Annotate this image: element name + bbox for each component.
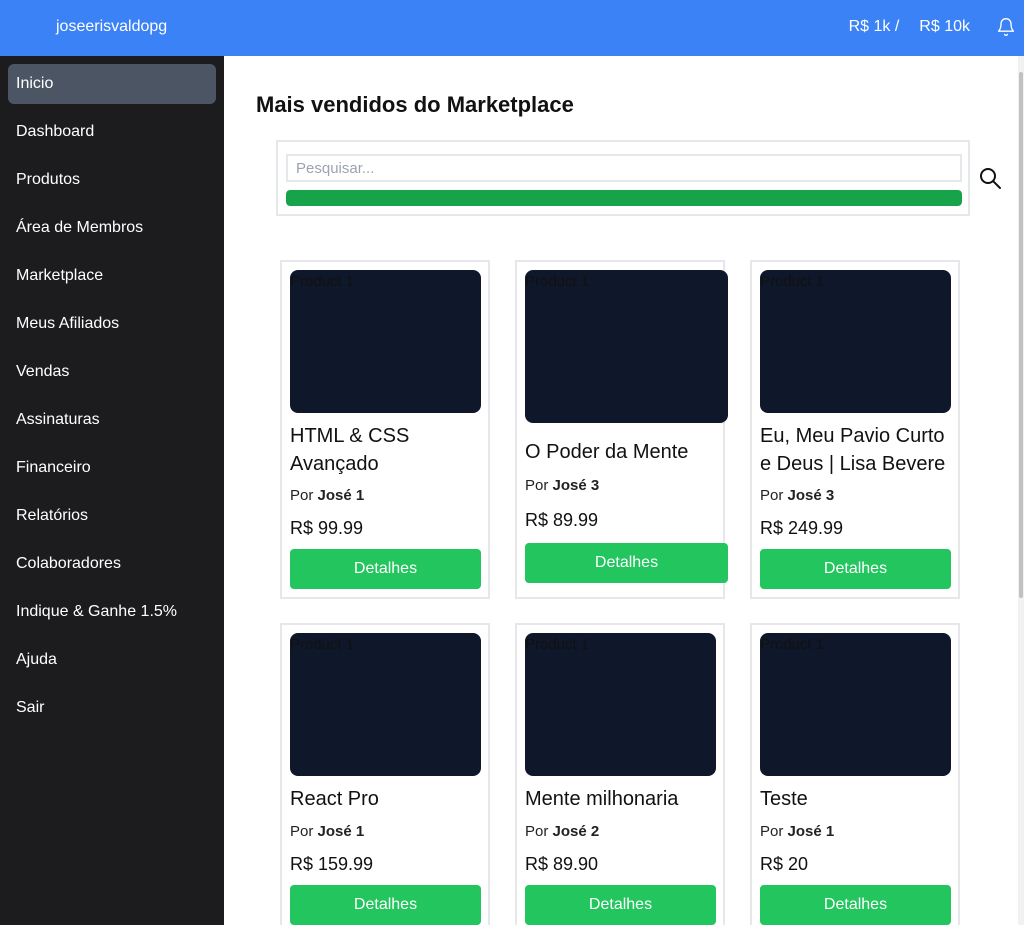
- main-content: Mais vendidos do Marketplace Product 1 H…: [224, 56, 1018, 925]
- details-button[interactable]: Detalhes: [525, 543, 728, 583]
- author-name: José 1: [317, 823, 365, 840]
- product-title: Eu, Meu Pavio Curto e Deus | Lisa Bevere: [760, 422, 945, 478]
- goal-target: R$ 10k: [919, 18, 970, 35]
- product-price: R$ 249.99: [760, 518, 844, 538]
- details-button[interactable]: Detalhes: [525, 885, 716, 925]
- sidebar-item-assinaturas[interactable]: Assinaturas: [8, 400, 216, 440]
- author-name: José 3: [552, 477, 600, 494]
- author-prefix: Por: [525, 823, 549, 840]
- details-button[interactable]: Detalhes: [290, 549, 481, 589]
- top-bar: joseerisvaldopg R$ 1k / R$ 10k: [0, 0, 1024, 56]
- product-author: Por José 3: [760, 487, 834, 504]
- progress-bar: [286, 190, 962, 206]
- product-card: Product 1 Eu, Meu Pavio Curto e Deus | L…: [750, 260, 960, 599]
- search-icon[interactable]: [978, 166, 1002, 190]
- product-title: React Pro: [290, 785, 379, 813]
- product-image: Product 1: [290, 633, 481, 776]
- product-card: Product 1 Teste Por José 1 R$ 20 Detalhe…: [750, 623, 960, 925]
- product-title-line: Mente milhonaria: [525, 788, 679, 810]
- product-title-line: React Pro: [290, 788, 379, 810]
- product-title-line: Eu, Meu Pavio Curto: [760, 425, 945, 447]
- author-name: José 2: [552, 823, 600, 840]
- details-button[interactable]: Detalhes: [760, 885, 951, 925]
- sidebar-item-relatorios[interactable]: Relatórios: [8, 496, 216, 536]
- product-image: Product 1: [525, 633, 716, 776]
- author-name: José 1: [317, 487, 365, 504]
- product-card: Product 1 O Poder da Mente Por José 3 R$…: [515, 260, 728, 599]
- product-image: Product 1: [290, 270, 481, 413]
- product-image-alt: Product 1: [760, 273, 825, 290]
- product-title-line: e Deus | Lisa Bevere: [760, 453, 946, 475]
- sidebar: Inicio Dashboard Produtos Área de Membro…: [0, 56, 224, 925]
- product-image-alt: Product 1: [525, 273, 590, 290]
- sidebar-item-marketplace[interactable]: Marketplace: [8, 256, 216, 296]
- product-author: Por José 1: [760, 823, 834, 840]
- product-title: Teste: [760, 785, 808, 813]
- sidebar-item-produtos[interactable]: Produtos: [8, 160, 216, 200]
- sidebar-item-financeiro[interactable]: Financeiro: [8, 448, 216, 488]
- product-title: HTML & CSS Avançado: [290, 422, 409, 478]
- product-author: Por José 2: [525, 823, 599, 840]
- product-author: Por José 3: [525, 477, 599, 494]
- product-card: Product 1 React Pro Por José 1 R$ 159.99…: [280, 623, 490, 925]
- details-button[interactable]: Detalhes: [760, 549, 951, 589]
- sidebar-item-colaboradores[interactable]: Colaboradores: [8, 544, 216, 584]
- sidebar-item-inicio[interactable]: Inicio: [8, 64, 216, 104]
- product-price: R$ 99.99: [290, 518, 364, 538]
- bell-icon[interactable]: [996, 16, 1016, 38]
- progress-fill: [286, 190, 962, 206]
- revenue-goal: R$ 1k / R$ 10k: [849, 18, 970, 36]
- product-title-line: Avançado: [290, 453, 379, 475]
- author-prefix: Por: [290, 823, 314, 840]
- sidebar-item-sair[interactable]: Sair: [8, 688, 216, 728]
- author-name: José 3: [787, 487, 835, 504]
- sidebar-item-meus-afiliados[interactable]: Meus Afiliados: [8, 304, 216, 344]
- author-prefix: Por: [760, 823, 784, 840]
- product-image: Product 1: [760, 270, 951, 413]
- page-title: Mais vendidos do Marketplace: [256, 92, 574, 117]
- goal-current: R$ 1k /: [848, 18, 900, 35]
- product-title-line: HTML & CSS: [290, 425, 410, 447]
- product-title: Mente milhonaria: [525, 785, 678, 813]
- product-image-alt: Product 1: [290, 273, 355, 290]
- sidebar-item-indique-ganhe[interactable]: Indique & Ganhe 1.5%: [8, 592, 216, 632]
- search-input[interactable]: [286, 154, 962, 182]
- author-prefix: Por: [290, 487, 314, 504]
- scrollbar-thumb[interactable]: [1019, 72, 1023, 598]
- author-prefix: Por: [525, 477, 549, 494]
- product-title-line: Teste: [760, 788, 808, 810]
- product-image-alt: Product 1: [760, 636, 825, 653]
- product-image: Product 1: [525, 270, 728, 423]
- sidebar-item-area-de-membros[interactable]: Área de Membros: [8, 208, 216, 248]
- product-title: O Poder da Mente: [525, 438, 688, 466]
- details-button[interactable]: Detalhes: [290, 885, 481, 925]
- sidebar-item-vendas[interactable]: Vendas: [8, 352, 216, 392]
- product-author: Por José 1: [290, 487, 364, 504]
- product-image-alt: Product 1: [525, 636, 590, 653]
- author-prefix: Por: [760, 487, 784, 504]
- product-author: Por José 1: [290, 823, 364, 840]
- product-price: R$ 89.90: [525, 854, 599, 874]
- product-card: Product 1 HTML & CSS Avançado Por José 1…: [280, 260, 490, 599]
- product-title-line: O Poder da Mente: [525, 441, 689, 463]
- product-image: Product 1: [760, 633, 951, 776]
- product-price: R$ 89.99: [525, 510, 599, 530]
- product-card: Product 1 Mente milhonaria Por José 2 R$…: [515, 623, 725, 925]
- product-price: R$ 20: [760, 854, 809, 874]
- search-panel: [276, 140, 970, 216]
- sidebar-item-ajuda[interactable]: Ajuda: [8, 640, 216, 680]
- author-name: José 1: [787, 823, 835, 840]
- username[interactable]: joseerisvaldopg: [56, 18, 167, 36]
- product-image-alt: Product 1: [290, 636, 355, 653]
- sidebar-item-dashboard[interactable]: Dashboard: [8, 112, 216, 152]
- product-price: R$ 159.99: [290, 854, 374, 874]
